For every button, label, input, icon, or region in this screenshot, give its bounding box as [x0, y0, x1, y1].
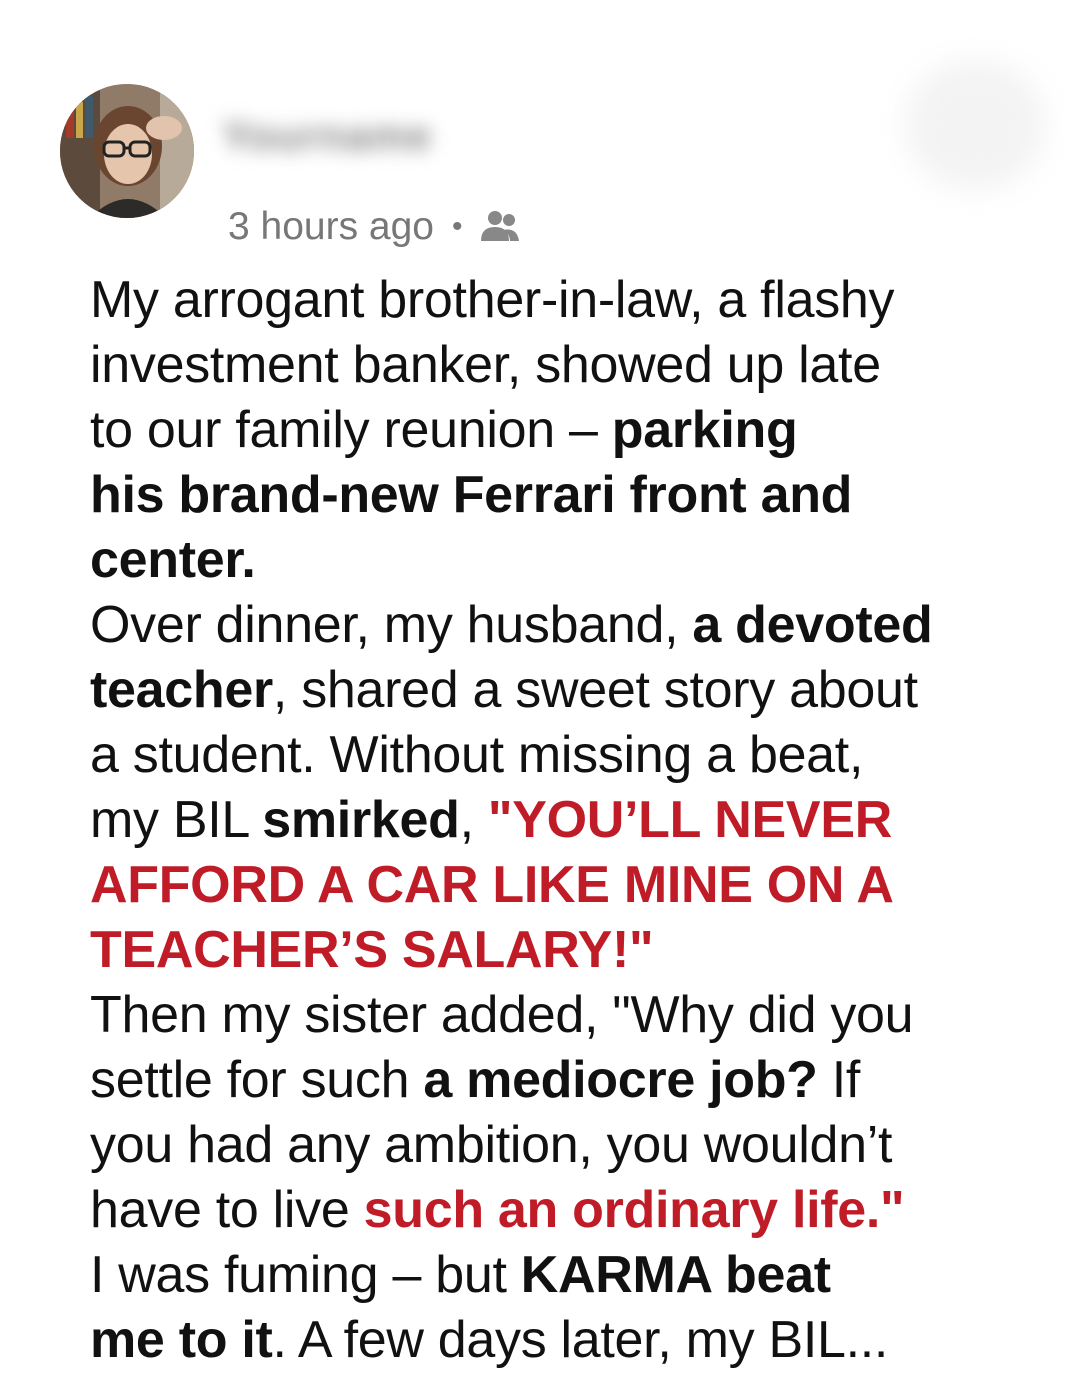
text-segment: settle for such	[90, 1051, 424, 1109]
text-segment: . A few days later, my BIL...	[272, 1311, 889, 1369]
bold-text: teacher	[90, 661, 273, 719]
text-segment: investment banker, showed up late	[90, 336, 881, 394]
highlighted-quote: "YOU’LL NEVER	[487, 791, 892, 849]
text-segment: my BIL	[90, 791, 263, 849]
author-name[interactable]: Yourname	[222, 112, 662, 159]
post-text-line: investment banker, showed up late	[90, 333, 1050, 398]
post-text-line: you had any ambition, you wouldn’t	[90, 1113, 1050, 1178]
text-segment: have to live	[90, 1181, 364, 1239]
bold-text: a devoted	[692, 596, 933, 654]
friends-icon[interactable]	[477, 207, 523, 247]
bold-text: parking	[611, 401, 798, 459]
text-segment: If	[817, 1051, 861, 1109]
bold-text: a mediocre job?	[423, 1051, 818, 1109]
highlighted-quote: such an ordinary life."	[363, 1181, 905, 1239]
text-segment: a student. Without missing a beat,	[90, 726, 864, 784]
post-text-line: My arrogant brother-in-law, a flashy	[90, 268, 1050, 333]
post-text-line: I was fuming – but KARMA beat	[90, 1243, 1050, 1308]
highlighted-quote: AFFORD A CAR LIKE MINE ON A	[90, 856, 894, 914]
post-text-line: to our family reunion – parking	[90, 398, 1050, 463]
post-text-line: a student. Without missing a beat,	[90, 723, 1050, 788]
text-segment: My arrogant brother-in-law, a flashy	[90, 271, 895, 329]
bold-text: his brand-new Ferrari front and	[90, 466, 853, 524]
text-segment: Over dinner, my husband,	[90, 596, 693, 654]
post-text-line: my BIL smirked, "YOU’LL NEVER	[90, 788, 1050, 853]
bold-text: center.	[90, 531, 256, 589]
avatar[interactable]	[60, 84, 194, 218]
post-text-line: AFFORD A CAR LIKE MINE ON A	[90, 853, 1050, 918]
post-header: Yourname 3 hours ago •	[0, 0, 1080, 270]
post-text: My arrogant brother-in-law, a flashy inve…	[90, 268, 1050, 1373]
text-segment: ,	[459, 791, 488, 849]
meta-separator: •	[452, 210, 463, 243]
post-text-line: TEACHER’S SALARY!"	[90, 918, 1050, 983]
bold-text: KARMA beat	[520, 1246, 831, 1304]
post-text-line: Over dinner, my husband, a devoted	[90, 593, 1050, 658]
post-text-line: center.	[90, 528, 1050, 593]
menu-icon[interactable]	[905, 60, 1045, 190]
post-text-line: have to live such an ordinary life."	[90, 1178, 1050, 1243]
post-timestamp[interactable]: 3 hours ago	[228, 205, 434, 249]
post-meta: 3 hours ago •	[228, 204, 523, 250]
post-text-line: me to it. A few days later, my BIL...	[90, 1308, 1050, 1373]
post-text-line: his brand-new Ferrari front and	[90, 463, 1050, 528]
bold-text: me to it	[90, 1311, 273, 1369]
post-text-line: teacher, shared a sweet story about	[90, 658, 1050, 723]
text-segment: , shared a sweet story about	[272, 661, 918, 719]
text-segment: I was fuming – but	[90, 1246, 521, 1304]
text-segment: you had any ambition, you wouldn’t	[90, 1116, 893, 1174]
text-segment: Then my sister added, "Why did you	[90, 986, 914, 1044]
post-text-line: Then my sister added, "Why did you	[90, 983, 1050, 1048]
highlighted-quote: TEACHER’S SALARY!"	[90, 921, 654, 979]
bold-text: smirked	[262, 791, 460, 849]
avatar-photo	[60, 84, 194, 218]
text-segment: to our family reunion –	[90, 401, 612, 459]
post-text-line: settle for such a mediocre job? If	[90, 1048, 1050, 1113]
